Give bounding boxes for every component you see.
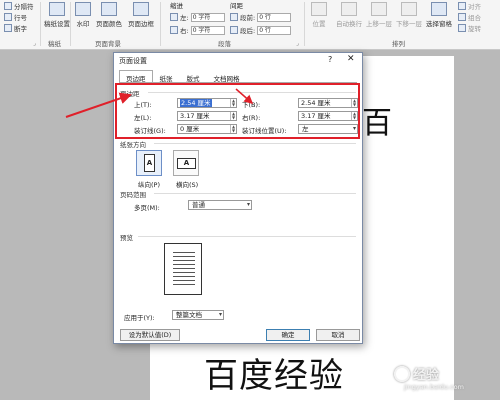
- annotation-arrow-left: [65, 92, 132, 118]
- annotation-arrows: [65, 88, 254, 118]
- annotation-arrow-right: [235, 88, 254, 104]
